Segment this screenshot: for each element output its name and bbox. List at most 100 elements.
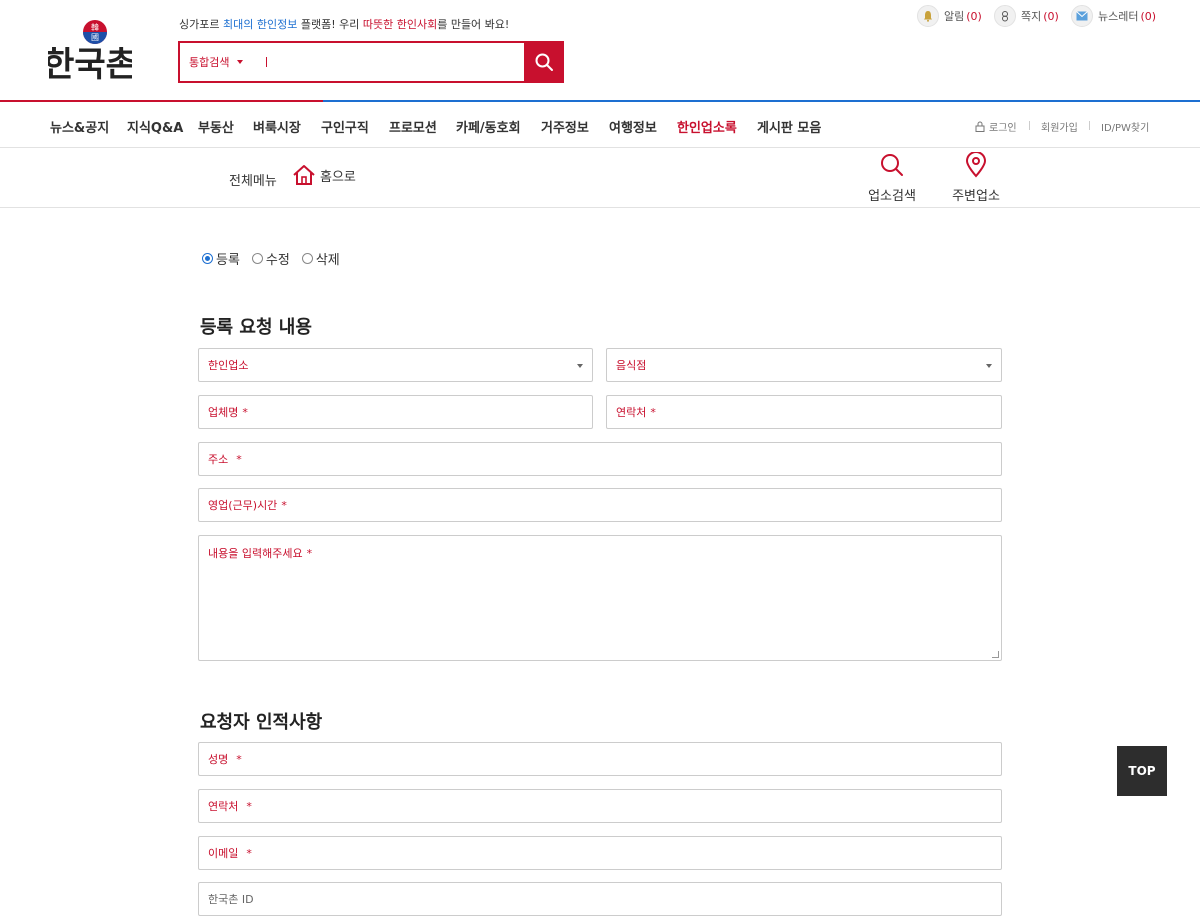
required-mark: * bbox=[242, 405, 248, 419]
map-pin-icon bbox=[965, 151, 987, 178]
required-mark: * bbox=[246, 846, 252, 860]
join-link[interactable]: 회원가입 bbox=[1041, 119, 1078, 134]
scroll-top-button[interactable]: TOP bbox=[1117, 746, 1167, 796]
radio-register[interactable]: 등록 bbox=[202, 249, 240, 268]
site-header: 韓 國 한국촌 싱가포르 최대의 한인정보 플랫폼! 우리 따뜻한 한인사회를 … bbox=[0, 0, 1200, 100]
radio-register-label: 등록 bbox=[216, 253, 240, 268]
site-logo[interactable]: 韓 國 한국촌 bbox=[43, 18, 137, 85]
radio-delete-label: 삭제 bbox=[315, 253, 340, 268]
newsletter-count: (0) bbox=[1140, 9, 1157, 23]
search-scope-label: 통합검색 bbox=[189, 56, 230, 69]
note-icon bbox=[994, 5, 1016, 27]
search-button[interactable] bbox=[524, 41, 564, 83]
login-label: 로그인 bbox=[989, 123, 1017, 134]
required-mark: * bbox=[650, 405, 656, 419]
required-mark: * bbox=[246, 799, 252, 813]
requester-id-field[interactable]: 한국촌 ID bbox=[198, 882, 1002, 916]
required-mark: * bbox=[306, 547, 313, 560]
svg-text:한국촌: 한국촌 bbox=[48, 45, 132, 84]
requester-email-field[interactable]: 이메일 * bbox=[198, 836, 1002, 870]
home-icon bbox=[293, 165, 315, 185]
chevron-down-icon bbox=[577, 364, 583, 368]
nav-item-jobs[interactable]: 구인구직 bbox=[321, 117, 369, 136]
business-phone-placeholder: 연락처 bbox=[616, 406, 647, 419]
business-hours-placeholder: 영업(근무)시간 bbox=[208, 499, 278, 512]
subcategory-select[interactable]: 음식점 bbox=[606, 348, 1002, 382]
alarm-count: (0) bbox=[966, 9, 982, 23]
category-value: 한인업소 bbox=[208, 359, 249, 372]
required-mark: * bbox=[281, 498, 287, 512]
login-link[interactable]: 로그인 bbox=[975, 119, 1017, 134]
main-nav: 뉴스&공지 지식Q&A 부동산 벼룩시장 구인구직 프로모션 카페/동호회 거주… bbox=[0, 102, 1200, 148]
member-divider bbox=[1089, 121, 1090, 130]
radio-unchecked-icon bbox=[301, 253, 313, 264]
subcategory-value: 음식점 bbox=[616, 359, 647, 372]
note-count: (0) bbox=[1043, 9, 1059, 23]
requester-name-field[interactable]: 성명 * bbox=[198, 742, 1002, 776]
business-search-button[interactable]: 업소검색 bbox=[852, 152, 932, 204]
business-name-field[interactable]: 업체명 * bbox=[198, 395, 593, 429]
category-select[interactable]: 한인업소 bbox=[198, 348, 593, 382]
content-placeholder: 내용을 입력해주세요 bbox=[208, 547, 303, 560]
nav-item-living[interactable]: 거주정보 bbox=[541, 117, 589, 136]
all-menu-button[interactable]: 전체메뉴 bbox=[229, 170, 277, 189]
util-alarm[interactable]: 알림 (0) bbox=[917, 5, 982, 27]
required-mark: * bbox=[236, 752, 242, 766]
radio-checked-icon bbox=[202, 253, 213, 264]
util-note[interactable]: 쪽지 (0) bbox=[994, 5, 1059, 27]
sub-toolbar: 전체메뉴 홈으로 업소검색 주변업소 bbox=[0, 148, 1200, 208]
bell-icon bbox=[917, 5, 939, 27]
section-title-request: 등록 요청 내용 bbox=[200, 317, 312, 338]
address-field[interactable]: 주소 * bbox=[198, 442, 1002, 476]
business-search-label: 업소검색 bbox=[868, 189, 916, 204]
radio-edit-label: 수정 bbox=[265, 253, 290, 268]
address-placeholder: 주소 bbox=[208, 453, 229, 466]
util-newsletter[interactable]: 뉴스레터 (0) bbox=[1071, 5, 1156, 27]
nav-item-travel[interactable]: 여행정보 bbox=[609, 117, 657, 136]
required-mark: * bbox=[236, 452, 242, 466]
content-textarea[interactable]: 내용을 입력해주세요 * bbox=[198, 535, 1002, 661]
nav-item-boards[interactable]: 게시판 모음 bbox=[757, 117, 821, 136]
mail-icon bbox=[1071, 5, 1093, 27]
nearby-business-button[interactable]: 주변업소 bbox=[936, 151, 1016, 204]
nav-item-market[interactable]: 벼룩시장 bbox=[253, 117, 301, 136]
request-type-radios: 등록 수정 삭제 bbox=[202, 249, 352, 268]
lock-icon bbox=[975, 121, 985, 132]
search-icon bbox=[881, 154, 903, 176]
svg-text:韓: 韓 bbox=[91, 22, 99, 32]
radio-delete[interactable]: 삭제 bbox=[301, 249, 340, 268]
requester-name-placeholder: 성명 bbox=[208, 753, 229, 766]
section-title-requester: 요청자 인적사항 bbox=[200, 712, 323, 733]
note-label: 쪽지 bbox=[1021, 10, 1042, 23]
resize-handle-icon[interactable] bbox=[992, 651, 999, 658]
svg-text:國: 國 bbox=[91, 33, 99, 42]
chevron-down-icon bbox=[237, 60, 244, 64]
nav-item-promotion[interactable]: 프로모션 bbox=[389, 117, 437, 136]
find-account-link[interactable]: ID/PW찾기 bbox=[1101, 119, 1149, 134]
requester-phone-field[interactable]: 연락처 * bbox=[198, 789, 1002, 823]
radio-unchecked-icon bbox=[251, 253, 263, 264]
newsletter-label: 뉴스레터 bbox=[1098, 10, 1139, 23]
home-label: 홈으로 bbox=[320, 169, 356, 185]
nav-item-directory[interactable]: 한인업소록 bbox=[677, 117, 737, 136]
alarm-label: 알림 bbox=[944, 10, 965, 23]
requester-email-placeholder: 이메일 bbox=[208, 847, 239, 860]
nav-item-cafe[interactable]: 카페/동호회 bbox=[456, 117, 521, 136]
member-divider bbox=[1029, 121, 1030, 130]
business-hours-field[interactable]: 영업(근무)시간 * bbox=[198, 488, 1002, 522]
chevron-down-icon bbox=[986, 364, 992, 368]
nearby-business-label: 주변업소 bbox=[952, 189, 1000, 204]
nav-item-realestate[interactable]: 부동산 bbox=[198, 117, 234, 136]
business-name-placeholder: 업체명 bbox=[208, 406, 239, 419]
site-tagline: 싱가포르 최대의 한인정보 플랫폼! 우리 따뜻한 한인사회를 만들어 봐요! bbox=[179, 18, 510, 31]
search-icon bbox=[535, 53, 553, 71]
business-phone-field[interactable]: 연락처 * bbox=[606, 395, 1002, 429]
radio-edit[interactable]: 수정 bbox=[251, 249, 290, 268]
requester-phone-placeholder: 연락처 bbox=[208, 800, 239, 813]
search-scope-select[interactable]: 통합검색 bbox=[180, 43, 266, 81]
nav-item-qna[interactable]: 지식Q&A bbox=[127, 117, 183, 136]
search-bar: 통합검색 bbox=[178, 41, 564, 83]
search-input[interactable] bbox=[267, 43, 524, 81]
nav-item-news[interactable]: 뉴스&공지 bbox=[50, 117, 109, 136]
home-button[interactable]: 홈으로 bbox=[292, 164, 356, 186]
